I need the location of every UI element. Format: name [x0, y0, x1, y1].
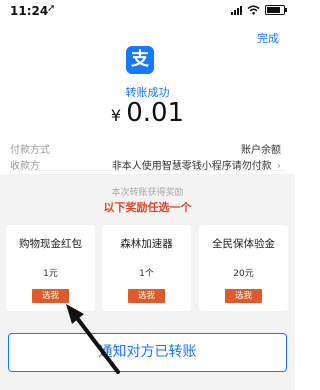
reward-card-insurance-trial: 全民保体验金 20元 选我	[199, 225, 288, 311]
reward-card-name: 森林加速器	[120, 238, 173, 250]
divider	[10, 170, 285, 171]
reward-card-name: 购物现金红包	[19, 238, 82, 250]
reward-card-value: 1元	[43, 269, 58, 279]
battery-icon	[265, 5, 287, 15]
done-button[interactable]: 完成	[257, 30, 279, 46]
select-reward-button[interactable]: 选我	[225, 289, 262, 303]
rewards-title: 本次转账获得奖励	[111, 188, 184, 198]
transfer-amount: ¥ 0.01	[0, 98, 295, 128]
status-icons	[231, 5, 287, 15]
reward-card-value: 20元	[233, 269, 254, 279]
payment-method-label: 付款方式	[10, 145, 50, 156]
battery-fill	[267, 7, 280, 13]
wifi-icon	[247, 5, 260, 15]
select-reward-button[interactable]: 选我	[128, 289, 165, 303]
status-time: 11:24	[10, 4, 49, 18]
reward-card-value: 1个	[139, 269, 154, 279]
reward-card-name: 全民保体验金	[212, 238, 275, 250]
status-bar: 11:24 ➚	[0, 0, 295, 22]
alipay-logo-icon: 支	[126, 46, 154, 74]
payment-method-value: 账户余额	[241, 145, 281, 156]
signal-icon	[231, 5, 242, 15]
location-arrow-icon: ➚	[47, 3, 56, 14]
reward-card-cash-packet: 购物现金红包 1元 选我	[6, 225, 95, 311]
reward-card-forest-booster: 森林加速器 1个 选我	[102, 225, 191, 311]
annotation-arrow-icon	[66, 304, 120, 374]
notify-payee-button[interactable]: 通知对方已转账	[8, 333, 287, 372]
payment-method-row: 付款方式 账户余额	[10, 141, 281, 156]
rewards-subtitle: 以下奖励任选一个	[103, 201, 192, 214]
amount-value: 0.01	[126, 98, 185, 128]
currency-symbol: ¥	[110, 106, 122, 125]
